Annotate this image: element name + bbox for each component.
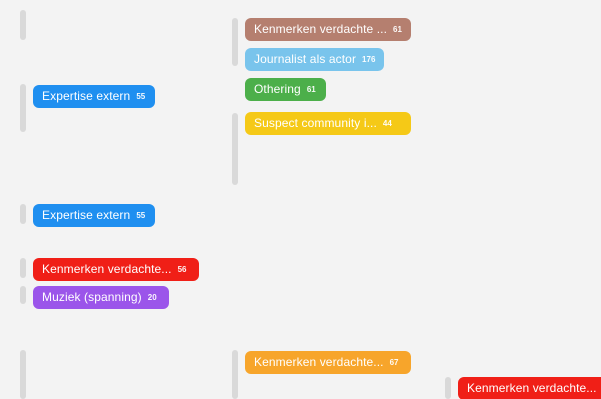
group-bar	[20, 84, 26, 132]
group-bar	[20, 204, 26, 224]
code-tag-othering[interactable]: Othering 61	[245, 78, 326, 101]
tag-label: Kenmerken verdachte ...	[254, 22, 388, 36]
tag-count: 67	[389, 358, 399, 367]
tag-label: Expertise extern	[42, 89, 131, 103]
code-tag-muziek-spanning[interactable]: Muziek (spanning) 20	[33, 286, 169, 309]
tag-label: Expertise extern	[42, 208, 131, 222]
tag-label: Othering	[254, 82, 301, 96]
group-bar	[20, 10, 26, 40]
tag-count: 20	[147, 293, 157, 302]
tag-count: 61	[306, 85, 316, 94]
tag-count: 61	[393, 25, 402, 34]
group-bar	[232, 350, 238, 399]
code-tag-expertise-extern[interactable]: Expertise extern 55	[33, 204, 155, 227]
tag-count: 55	[136, 211, 146, 220]
tag-label: Kenmerken verdachte...	[42, 262, 172, 276]
code-tag-expertise-extern[interactable]: Expertise extern 55	[33, 85, 155, 108]
group-bar	[232, 18, 238, 66]
code-tag-kenmerken-verdachte[interactable]: Kenmerken verdachte... 67	[245, 351, 411, 374]
group-bar	[20, 286, 26, 304]
group-bar	[20, 350, 26, 399]
tag-count: 55	[136, 92, 146, 101]
tag-count: 44	[382, 119, 392, 128]
tag-label: Journalist als actor	[254, 52, 357, 66]
tag-label: Kenmerken verdachte...	[467, 381, 597, 395]
group-bar	[445, 377, 451, 399]
code-tag-journalist-als-actor[interactable]: Journalist als actor 176	[245, 48, 384, 71]
code-tree-canvas: Kenmerken verdachte ... 61 Journalist al…	[0, 0, 601, 399]
code-tag-kenmerken-verdachte[interactable]: Kenmerken verdachte ... 61	[245, 18, 411, 41]
code-tag-suspect-community[interactable]: Suspect community i... 44	[245, 112, 411, 135]
tag-label: Kenmerken verdachte...	[254, 355, 384, 369]
code-tag-kenmerken-verdachte[interactable]: Kenmerken verdachte... 56	[33, 258, 199, 281]
code-tag-kenmerken-verdachte[interactable]: Kenmerken verdachte...	[458, 377, 601, 399]
tag-count: 56	[177, 265, 187, 274]
group-bar	[232, 113, 238, 185]
group-bar	[20, 258, 26, 278]
tag-count: 176	[362, 55, 376, 64]
tag-label: Suspect community i...	[254, 116, 377, 130]
tag-label: Muziek (spanning)	[42, 290, 142, 304]
